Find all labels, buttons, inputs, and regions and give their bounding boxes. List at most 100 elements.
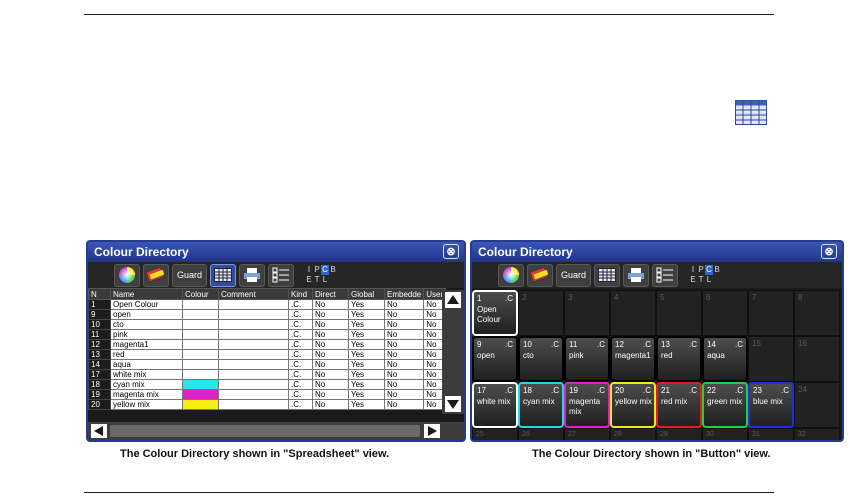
global-cell[interactable]: Yes <box>348 399 385 410</box>
filter-t[interactable]: T <box>697 275 705 285</box>
window-title-bar[interactable]: Colour Directory ⊗ <box>472 242 842 262</box>
column-header[interactable]: Colour <box>182 288 219 300</box>
scroll-down-button[interactable] <box>445 396 461 412</box>
table-row[interactable]: 14 aqua .C. No Yes No No <box>88 359 447 370</box>
comment-cell[interactable] <box>218 309 289 320</box>
global-cell[interactable]: Yes <box>348 319 385 330</box>
column-header[interactable]: Direct <box>312 288 349 300</box>
table-row[interactable]: 19 magenta mix .C. No Yes No No <box>88 389 447 400</box>
filter-i[interactable]: I <box>689 265 697 275</box>
kind-cell[interactable]: .C. <box>288 319 313 330</box>
empty-preset-slot[interactable]: 6 <box>702 290 748 336</box>
vertical-scrollbar[interactable] <box>442 290 464 414</box>
filter-toggles[interactable]: I P C B E T L <box>689 265 721 285</box>
filter-t[interactable]: T <box>313 275 321 285</box>
row-number[interactable]: 14 <box>88 359 111 370</box>
name-cell[interactable]: magenta1 <box>110 339 183 350</box>
empty-preset-slot[interactable]: 26 <box>518 428 564 440</box>
kind-cell[interactable]: .C. <box>288 389 313 400</box>
colour-swatch[interactable] <box>182 309 219 320</box>
table-row[interactable]: 13 red .C. No Yes No No <box>88 349 447 360</box>
kind-cell[interactable]: .C. <box>288 309 313 320</box>
direct-cell[interactable]: No <box>312 359 349 370</box>
colour-preset-button[interactable]: 14 .C aqua <box>702 336 748 382</box>
embedded-cell[interactable]: No <box>383 349 425 360</box>
colour-swatch[interactable] <box>182 359 219 370</box>
empty-preset-slot[interactable]: 30 <box>702 428 748 440</box>
filter-b[interactable]: B <box>329 265 337 275</box>
direct-cell[interactable]: No <box>312 299 349 310</box>
empty-preset-slot[interactable]: 8 <box>794 290 840 336</box>
empty-preset-slot[interactable]: 28 <box>610 428 656 440</box>
gel-swatch-button[interactable] <box>143 263 169 287</box>
comment-cell[interactable] <box>218 299 289 310</box>
comment-cell[interactable] <box>218 359 289 370</box>
checklist-button[interactable] <box>268 263 295 287</box>
close-icon[interactable]: ⊗ <box>443 244 459 259</box>
colour-preset-button[interactable]: 9 .C open <box>472 336 518 382</box>
empty-preset-slot[interactable]: 3 <box>564 290 610 336</box>
table-row[interactable]: 20 yellow mix .C. No Yes No No <box>88 399 447 410</box>
name-cell[interactable]: magenta mix <box>110 389 183 400</box>
name-cell[interactable]: open <box>110 309 183 320</box>
direct-cell[interactable]: No <box>312 339 349 350</box>
row-number[interactable]: 9 <box>88 309 111 320</box>
direct-cell[interactable]: No <box>312 329 349 340</box>
colour-preset-button[interactable]: 12 .C magenta1 <box>610 336 656 382</box>
name-cell[interactable]: Open Colour <box>110 299 183 310</box>
colour-swatch[interactable] <box>182 389 219 400</box>
global-cell[interactable]: Yes <box>348 309 385 320</box>
spreadsheet-view-button[interactable] <box>210 263 237 287</box>
colour-preset-button[interactable]: 21 .C red mix <box>656 382 702 428</box>
colour-swatch[interactable] <box>182 329 219 340</box>
row-number[interactable]: 12 <box>88 339 111 350</box>
print-button[interactable] <box>623 263 650 287</box>
table-row[interactable]: 12 magenta1 .C. No Yes No No <box>88 339 447 350</box>
name-cell[interactable]: aqua <box>110 359 183 370</box>
column-header[interactable]: Comment <box>218 288 289 300</box>
filter-p[interactable]: P <box>697 265 705 275</box>
empty-preset-slot[interactable]: 4 <box>610 290 656 336</box>
filter-l[interactable]: L <box>321 275 329 285</box>
comment-cell[interactable] <box>218 339 289 350</box>
global-cell[interactable]: Yes <box>348 339 385 350</box>
empty-preset-slot[interactable]: 24 <box>794 382 840 428</box>
embedded-cell[interactable]: No <box>383 309 425 320</box>
empty-preset-slot[interactable]: 32 <box>794 428 840 440</box>
empty-preset-slot[interactable]: 16 <box>794 336 840 382</box>
kind-cell[interactable]: .C. <box>288 359 313 370</box>
row-number[interactable]: 20 <box>88 399 111 410</box>
print-button[interactable] <box>239 263 266 287</box>
direct-cell[interactable]: No <box>312 309 349 320</box>
scroll-left-button[interactable] <box>91 424 107 438</box>
comment-cell[interactable] <box>218 389 289 400</box>
name-cell[interactable]: pink <box>110 329 183 340</box>
row-number[interactable]: 1 <box>88 299 111 310</box>
name-cell[interactable]: white mix <box>110 369 183 380</box>
direct-cell[interactable]: No <box>312 399 349 410</box>
row-number[interactable]: 19 <box>88 389 111 400</box>
filter-p[interactable]: P <box>313 265 321 275</box>
direct-cell[interactable]: No <box>312 319 349 330</box>
name-cell[interactable]: red <box>110 349 183 360</box>
empty-preset-slot[interactable]: 27 <box>564 428 610 440</box>
embedded-cell[interactable]: No <box>383 329 425 340</box>
name-cell[interactable]: cto <box>110 319 183 330</box>
row-number[interactable]: 13 <box>88 349 111 360</box>
empty-preset-slot[interactable]: 25 <box>472 428 518 440</box>
name-cell[interactable]: yellow mix <box>110 399 183 410</box>
colour-swatch[interactable] <box>182 379 219 390</box>
colour-preset-button[interactable]: 22 .C green mix <box>702 382 748 428</box>
row-number[interactable]: 18 <box>88 379 111 390</box>
colour-swatch[interactable] <box>182 349 219 360</box>
name-cell[interactable]: cyan mix <box>110 379 183 390</box>
global-cell[interactable]: Yes <box>348 369 385 380</box>
colour-preset-button[interactable]: 1 .C Open Colour <box>472 290 518 336</box>
embedded-cell[interactable]: No <box>383 299 425 310</box>
filter-e[interactable]: E <box>305 275 313 285</box>
embedded-cell[interactable]: No <box>383 359 425 370</box>
embedded-cell[interactable]: No <box>383 399 425 410</box>
filter-e[interactable]: E <box>689 275 697 285</box>
spreadsheet-view-button[interactable] <box>594 263 621 287</box>
table-row[interactable]: 9 open .C. No Yes No No <box>88 309 447 320</box>
